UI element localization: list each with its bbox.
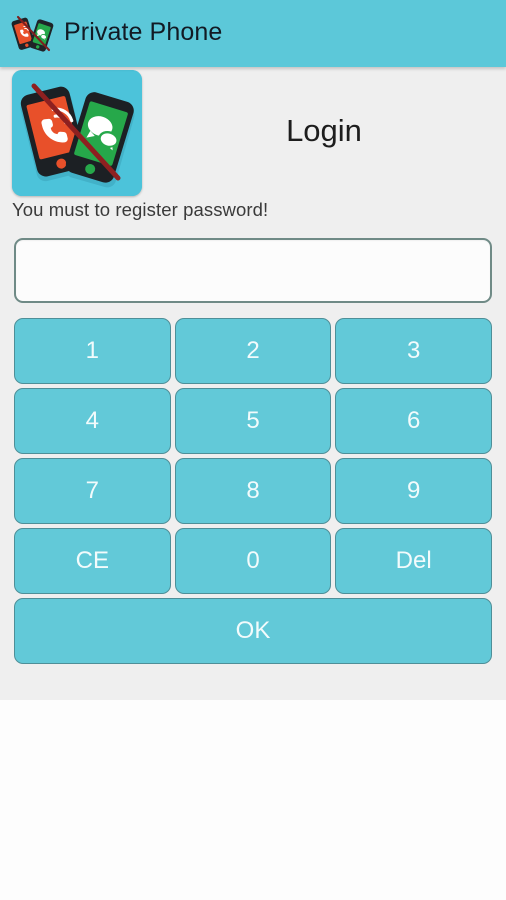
key-4[interactable]: 4 bbox=[14, 388, 171, 454]
key-2[interactable]: 2 bbox=[174, 318, 332, 384]
app-title-bar: Private Phone bbox=[0, 0, 506, 67]
key-7[interactable]: 7 bbox=[14, 458, 171, 524]
key-5[interactable]: 5 bbox=[174, 388, 332, 454]
private-phone-logo-icon bbox=[12, 70, 142, 196]
keypad-row: 7 8 9 bbox=[14, 458, 493, 524]
key-3[interactable]: 3 bbox=[335, 318, 493, 384]
app-root: Private Phone Login You must to register… bbox=[0, 0, 506, 900]
keypad-row: CE 0 Del bbox=[14, 528, 493, 594]
key-6[interactable]: 6 bbox=[335, 388, 493, 454]
app-title: Private Phone bbox=[64, 18, 223, 46]
logo-heading-row: Login bbox=[0, 70, 506, 196]
keypad-row: 4 5 6 bbox=[14, 388, 493, 454]
key-clear-entry[interactable]: CE bbox=[14, 528, 171, 594]
keypad-row: 1 2 3 bbox=[14, 318, 493, 384]
numeric-keypad: 1 2 3 4 5 6 7 8 9 CE 0 Del OK bbox=[14, 318, 493, 664]
password-input[interactable] bbox=[14, 238, 492, 303]
ok-button[interactable]: OK bbox=[14, 598, 492, 664]
key-8[interactable]: 8 bbox=[174, 458, 332, 524]
key-delete[interactable]: Del bbox=[335, 528, 493, 594]
content-panel: Login You must to register password! 1 2… bbox=[0, 67, 506, 700]
key-0[interactable]: 0 bbox=[174, 528, 332, 594]
key-9[interactable]: 9 bbox=[335, 458, 493, 524]
instruction-text: You must to register password! bbox=[12, 199, 269, 220]
page-title: Login bbox=[286, 113, 362, 148]
private-phone-app-icon bbox=[10, 11, 56, 57]
key-1[interactable]: 1 bbox=[14, 318, 171, 384]
